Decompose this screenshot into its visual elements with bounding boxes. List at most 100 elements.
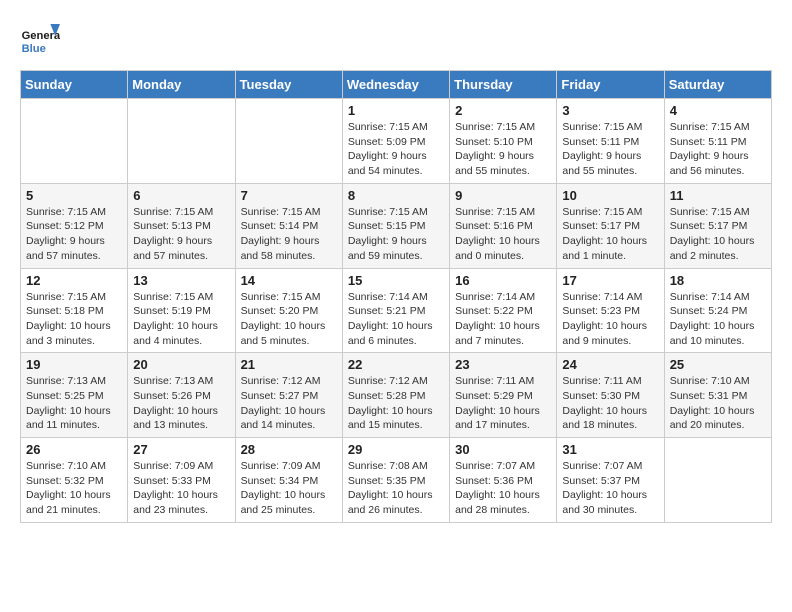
calendar-cell: 29 Sunrise: 7:08 AM Sunset: 5:35 PM Dayli… (342, 438, 449, 523)
day-info: Sunrise: 7:11 AM Sunset: 5:30 PM Dayligh… (562, 374, 658, 433)
calendar-cell: 20 Sunrise: 7:13 AM Sunset: 5:26 PM Dayli… (128, 353, 235, 438)
page-header: General Blue (20, 20, 772, 60)
calendar-week-row: 12 Sunrise: 7:15 AM Sunset: 5:18 PM Dayli… (21, 268, 772, 353)
day-info: Sunrise: 7:14 AM Sunset: 5:23 PM Dayligh… (562, 290, 658, 349)
day-number: 26 (26, 442, 122, 457)
day-number: 22 (348, 357, 444, 372)
weekday-header-friday: Friday (557, 71, 664, 99)
day-number: 6 (133, 188, 229, 203)
day-info: Sunrise: 7:15 AM Sunset: 5:17 PM Dayligh… (670, 205, 766, 264)
calendar-cell: 9 Sunrise: 7:15 AM Sunset: 5:16 PM Daylig… (450, 183, 557, 268)
day-info: Sunrise: 7:13 AM Sunset: 5:26 PM Dayligh… (133, 374, 229, 433)
calendar-cell: 17 Sunrise: 7:14 AM Sunset: 5:23 PM Dayli… (557, 268, 664, 353)
weekday-header-monday: Monday (128, 71, 235, 99)
day-number: 18 (670, 273, 766, 288)
day-number: 10 (562, 188, 658, 203)
weekday-header-row: SundayMondayTuesdayWednesdayThursdayFrid… (21, 71, 772, 99)
calendar-cell: 4 Sunrise: 7:15 AM Sunset: 5:11 PM Daylig… (664, 99, 771, 184)
day-info: Sunrise: 7:07 AM Sunset: 5:36 PM Dayligh… (455, 459, 551, 518)
day-number: 16 (455, 273, 551, 288)
day-number: 27 (133, 442, 229, 457)
day-info: Sunrise: 7:15 AM Sunset: 5:10 PM Dayligh… (455, 120, 551, 179)
calendar-cell: 11 Sunrise: 7:15 AM Sunset: 5:17 PM Dayli… (664, 183, 771, 268)
calendar-cell: 26 Sunrise: 7:10 AM Sunset: 5:32 PM Dayli… (21, 438, 128, 523)
weekday-header-tuesday: Tuesday (235, 71, 342, 99)
day-info: Sunrise: 7:15 AM Sunset: 5:20 PM Dayligh… (241, 290, 337, 349)
calendar-cell: 10 Sunrise: 7:15 AM Sunset: 5:17 PM Dayli… (557, 183, 664, 268)
calendar-cell: 14 Sunrise: 7:15 AM Sunset: 5:20 PM Dayli… (235, 268, 342, 353)
calendar-cell: 2 Sunrise: 7:15 AM Sunset: 5:10 PM Daylig… (450, 99, 557, 184)
day-number: 30 (455, 442, 551, 457)
day-info: Sunrise: 7:15 AM Sunset: 5:17 PM Dayligh… (562, 205, 658, 264)
day-info: Sunrise: 7:09 AM Sunset: 5:33 PM Dayligh… (133, 459, 229, 518)
weekday-header-wednesday: Wednesday (342, 71, 449, 99)
calendar-cell: 15Sunrise: 7:14 AM Sunset: 5:21 PM Dayli… (342, 268, 449, 353)
calendar-cell: 25 Sunrise: 7:10 AM Sunset: 5:31 PM Dayli… (664, 353, 771, 438)
logo: General Blue (20, 20, 62, 60)
day-number: 2 (455, 103, 551, 118)
calendar-cell: 16 Sunrise: 7:14 AM Sunset: 5:22 PM Dayli… (450, 268, 557, 353)
day-number: 7 (241, 188, 337, 203)
day-number: 5 (26, 188, 122, 203)
calendar-cell (21, 99, 128, 184)
calendar-cell: 28 Sunrise: 7:09 AM Sunset: 5:34 PM Dayli… (235, 438, 342, 523)
day-number: 9 (455, 188, 551, 203)
day-info: Sunrise: 7:15 AM Sunset: 5:11 PM Dayligh… (562, 120, 658, 179)
calendar-cell: 13 Sunrise: 7:15 AM Sunset: 5:19 PM Dayli… (128, 268, 235, 353)
day-info: Sunrise: 7:15 AM Sunset: 5:16 PM Dayligh… (455, 205, 551, 264)
day-info: Sunrise: 7:14 AM Sunset: 5:24 PM Dayligh… (670, 290, 766, 349)
calendar-week-row: 1 Sunrise: 7:15 AM Sunset: 5:09 PM Daylig… (21, 99, 772, 184)
calendar-cell (235, 99, 342, 184)
day-number: 29 (348, 442, 444, 457)
calendar-cell: 12 Sunrise: 7:15 AM Sunset: 5:18 PM Dayli… (21, 268, 128, 353)
day-number: 4 (670, 103, 766, 118)
day-number: 14 (241, 273, 337, 288)
day-info: Sunrise: 7:15 AM Sunset: 5:14 PM Dayligh… (241, 205, 337, 264)
day-info: Sunrise: 7:15 AM Sunset: 5:18 PM Dayligh… (26, 290, 122, 349)
day-info: Sunrise: 7:15 AM Sunset: 5:12 PM Dayligh… (26, 205, 122, 264)
calendar-cell: 24 Sunrise: 7:11 AM Sunset: 5:30 PM Dayli… (557, 353, 664, 438)
day-number: 8 (348, 188, 444, 203)
calendar-cell: 23Sunrise: 7:11 AM Sunset: 5:29 PM Dayli… (450, 353, 557, 438)
weekday-header-saturday: Saturday (664, 71, 771, 99)
day-info: Sunrise: 7:12 AM Sunset: 5:27 PM Dayligh… (241, 374, 337, 433)
day-info: Sunrise: 7:15 AM Sunset: 5:15 PM Dayligh… (348, 205, 444, 264)
day-info: Sunrise: 7:12 AM Sunset: 5:28 PM Dayligh… (348, 374, 444, 433)
day-number: 12 (26, 273, 122, 288)
calendar-cell: 5 Sunrise: 7:15 AM Sunset: 5:12 PM Daylig… (21, 183, 128, 268)
day-info: Sunrise: 7:15 AM Sunset: 5:19 PM Dayligh… (133, 290, 229, 349)
day-info: Sunrise: 7:15 AM Sunset: 5:13 PM Dayligh… (133, 205, 229, 264)
svg-text:Blue: Blue (22, 43, 46, 55)
day-number: 25 (670, 357, 766, 372)
day-number: 1 (348, 103, 444, 118)
day-info: Sunrise: 7:15 AM Sunset: 5:11 PM Dayligh… (670, 120, 766, 179)
calendar-cell: 19 Sunrise: 7:13 AM Sunset: 5:25 PM Dayli… (21, 353, 128, 438)
day-info: Sunrise: 7:10 AM Sunset: 5:32 PM Dayligh… (26, 459, 122, 518)
day-info: Sunrise: 7:14 AM Sunset: 5:22 PM Dayligh… (455, 290, 551, 349)
day-number: 28 (241, 442, 337, 457)
day-info: Sunrise: 7:13 AM Sunset: 5:25 PM Dayligh… (26, 374, 122, 433)
calendar-week-row: 26 Sunrise: 7:10 AM Sunset: 5:32 PM Dayli… (21, 438, 772, 523)
calendar-cell: 21Sunrise: 7:12 AM Sunset: 5:27 PM Dayli… (235, 353, 342, 438)
day-number: 17 (562, 273, 658, 288)
day-number: 19 (26, 357, 122, 372)
day-number: 13 (133, 273, 229, 288)
weekday-header-sunday: Sunday (21, 71, 128, 99)
day-info: Sunrise: 7:15 AM Sunset: 5:09 PM Dayligh… (348, 120, 444, 179)
day-info: Sunrise: 7:08 AM Sunset: 5:35 PM Dayligh… (348, 459, 444, 518)
day-number: 15 (348, 273, 444, 288)
day-number: 11 (670, 188, 766, 203)
calendar-week-row: 5 Sunrise: 7:15 AM Sunset: 5:12 PM Daylig… (21, 183, 772, 268)
calendar-cell: 6 Sunrise: 7:15 AM Sunset: 5:13 PM Daylig… (128, 183, 235, 268)
day-number: 31 (562, 442, 658, 457)
day-info: Sunrise: 7:10 AM Sunset: 5:31 PM Dayligh… (670, 374, 766, 433)
calendar-cell: 3 Sunrise: 7:15 AM Sunset: 5:11 PM Daylig… (557, 99, 664, 184)
day-number: 20 (133, 357, 229, 372)
weekday-header-thursday: Thursday (450, 71, 557, 99)
day-info: Sunrise: 7:09 AM Sunset: 5:34 PM Dayligh… (241, 459, 337, 518)
calendar-cell: 30 Sunrise: 7:07 AM Sunset: 5:36 PM Dayli… (450, 438, 557, 523)
calendar-week-row: 19 Sunrise: 7:13 AM Sunset: 5:25 PM Dayli… (21, 353, 772, 438)
calendar-cell: 7 Sunrise: 7:15 AM Sunset: 5:14 PM Daylig… (235, 183, 342, 268)
day-number: 24 (562, 357, 658, 372)
day-number: 3 (562, 103, 658, 118)
